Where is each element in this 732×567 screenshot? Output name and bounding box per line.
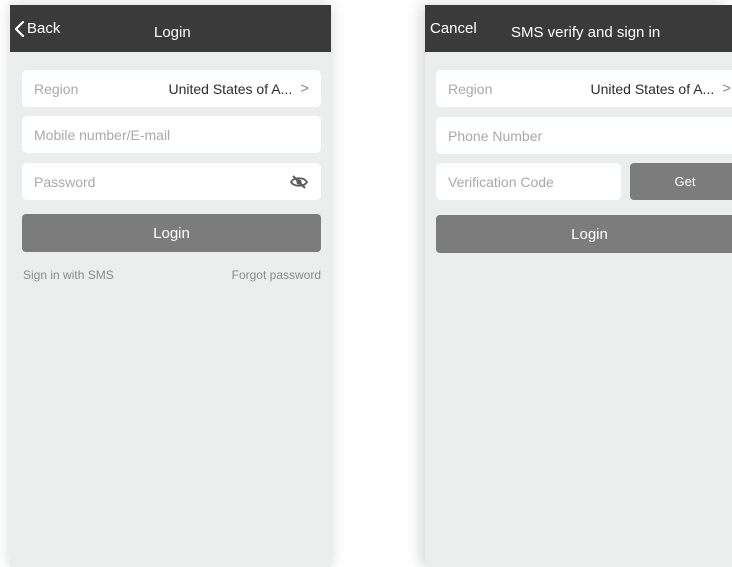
sms-screen: Cancel SMS verify and sign in Region Uni… <box>425 5 732 567</box>
account-input[interactable]: Mobile number/E-mail <box>22 116 321 153</box>
region-selector[interactable]: Region United States of A... > <box>436 70 732 107</box>
code-placeholder: Verification Code <box>448 173 554 190</box>
chevron-right-icon: > <box>300 80 309 97</box>
phone-number-input[interactable]: Phone Number <box>436 117 732 154</box>
cancel-button[interactable]: Cancel <box>430 5 477 52</box>
region-label: Region <box>34 80 79 97</box>
login-navbar: Back Login <box>10 5 331 52</box>
chevron-right-icon: > <box>722 80 731 97</box>
sms-title: SMS verify and sign in <box>511 24 661 41</box>
eye-off-icon[interactable] <box>289 174 309 190</box>
region-value: United States of A... <box>590 80 715 97</box>
phone-placeholder: Phone Number <box>448 127 543 144</box>
region-value: United States of A... <box>168 80 293 97</box>
verification-code-input[interactable]: Verification Code <box>436 163 621 200</box>
login-screen: Back Login Region United States of A... … <box>10 5 331 567</box>
account-placeholder: Mobile number/E-mail <box>34 126 171 143</box>
sms-navbar: Cancel SMS verify and sign in <box>425 5 732 52</box>
login-title: Login <box>154 24 191 41</box>
region-label: Region <box>448 80 493 97</box>
login-button[interactable]: Login <box>22 214 321 252</box>
region-selector[interactable]: Region United States of A... > <box>22 70 321 107</box>
login-button[interactable]: Login <box>436 215 732 253</box>
get-code-button[interactable]: Get <box>630 163 732 200</box>
back-label: Back <box>27 19 61 37</box>
password-placeholder: Password <box>34 173 96 190</box>
chevron-left-icon <box>14 20 25 37</box>
forgot-password-link[interactable]: Forgot password <box>232 268 321 282</box>
password-input[interactable]: Password <box>22 163 321 200</box>
sign-in-with-sms-link[interactable]: Sign in with SMS <box>23 268 114 282</box>
back-button[interactable]: Back <box>14 5 60 52</box>
